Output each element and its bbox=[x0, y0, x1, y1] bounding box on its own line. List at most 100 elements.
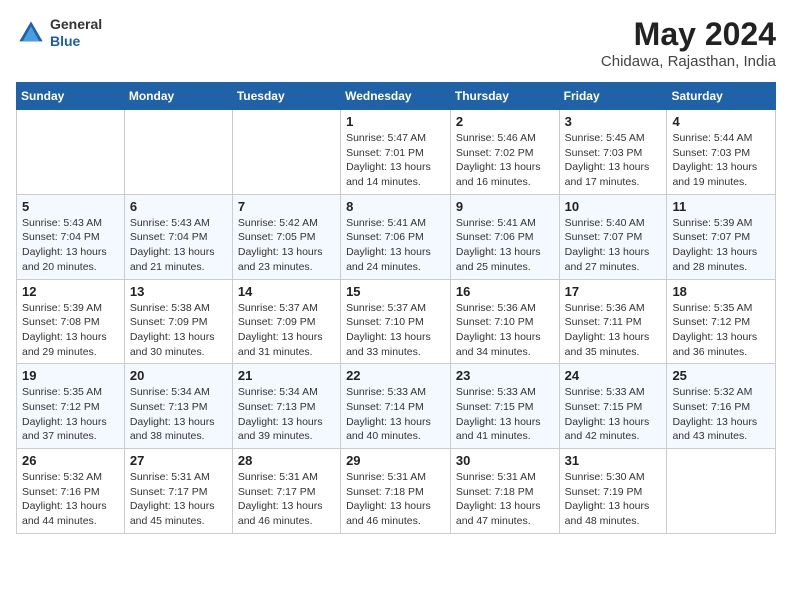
day-number: 18 bbox=[672, 284, 770, 299]
day-info: Sunrise: 5:35 AM Sunset: 7:12 PM Dayligh… bbox=[672, 301, 770, 360]
calendar-cell: 22 Sunrise: 5:33 AM Sunset: 7:14 PM Dayli… bbox=[341, 364, 451, 449]
calendar-cell: 31Sunrise: 5:30 AM Sunset: 7:19 PM Dayli… bbox=[559, 449, 667, 534]
day-number: 31 bbox=[565, 453, 662, 468]
day-number: 21 bbox=[238, 368, 335, 383]
day-info: Sunrise: 5:41 AM Sunset: 7:06 PM Dayligh… bbox=[456, 216, 554, 275]
day-number: 1 bbox=[346, 114, 445, 129]
weekday-header: Friday bbox=[559, 83, 667, 110]
logo-text: General Blue bbox=[50, 16, 102, 50]
day-number: 28 bbox=[238, 453, 335, 468]
day-number: 2 bbox=[456, 114, 554, 129]
day-info: Sunrise: 5:31 AM Sunset: 7:17 PM Dayligh… bbox=[130, 470, 227, 529]
weekday-header: Thursday bbox=[450, 83, 559, 110]
calendar-cell: 3 Sunrise: 5:45 AM Sunset: 7:03 PM Daylig… bbox=[559, 110, 667, 195]
day-info: Sunrise: 5:39 AM Sunset: 7:08 PM Dayligh… bbox=[22, 301, 119, 360]
calendar-table: SundayMondayTuesdayWednesdayThursdayFrid… bbox=[16, 82, 776, 534]
calendar-cell: 8Sunrise: 5:41 AM Sunset: 7:06 PM Daylig… bbox=[341, 194, 451, 279]
logo: General Blue bbox=[16, 16, 102, 50]
calendar-cell: 14 Sunrise: 5:37 AM Sunset: 7:09 PM Dayli… bbox=[232, 279, 340, 364]
day-number: 30 bbox=[456, 453, 554, 468]
day-info: Sunrise: 5:33 AM Sunset: 7:15 PM Dayligh… bbox=[456, 385, 554, 444]
calendar-cell: 29 Sunrise: 5:31 AM Sunset: 7:18 PM Dayli… bbox=[341, 449, 451, 534]
day-number: 20 bbox=[130, 368, 227, 383]
calendar-cell: 16 Sunrise: 5:36 AM Sunset: 7:10 PM Dayli… bbox=[450, 279, 559, 364]
day-info: Sunrise: 5:39 AM Sunset: 7:07 PM Dayligh… bbox=[672, 216, 770, 275]
calendar-week-row: 1 Sunrise: 5:47 AM Sunset: 7:01 PM Daylig… bbox=[17, 110, 776, 195]
calendar-cell: 26 Sunrise: 5:32 AM Sunset: 7:16 PM Dayli… bbox=[17, 449, 125, 534]
day-info: Sunrise: 5:33 AM Sunset: 7:14 PM Dayligh… bbox=[346, 385, 445, 444]
weekday-header-row: SundayMondayTuesdayWednesdayThursdayFrid… bbox=[17, 83, 776, 110]
calendar-cell: 10Sunrise: 5:40 AM Sunset: 7:07 PM Dayli… bbox=[559, 194, 667, 279]
day-info: Sunrise: 5:37 AM Sunset: 7:09 PM Dayligh… bbox=[238, 301, 335, 360]
weekday-header: Sunday bbox=[17, 83, 125, 110]
day-info: Sunrise: 5:45 AM Sunset: 7:03 PM Dayligh… bbox=[565, 131, 662, 190]
day-number: 26 bbox=[22, 453, 119, 468]
day-number: 17 bbox=[565, 284, 662, 299]
calendar-cell: 6 Sunrise: 5:43 AM Sunset: 7:04 PM Daylig… bbox=[124, 194, 232, 279]
weekday-header: Monday bbox=[124, 83, 232, 110]
day-number: 25 bbox=[672, 368, 770, 383]
day-info: Sunrise: 5:38 AM Sunset: 7:09 PM Dayligh… bbox=[130, 301, 227, 360]
day-info: Sunrise: 5:43 AM Sunset: 7:04 PM Dayligh… bbox=[22, 216, 119, 275]
day-number: 8 bbox=[346, 199, 445, 214]
day-info: Sunrise: 5:31 AM Sunset: 7:18 PM Dayligh… bbox=[346, 470, 445, 529]
day-info: Sunrise: 5:36 AM Sunset: 7:10 PM Dayligh… bbox=[456, 301, 554, 360]
month-year: May 2024 bbox=[601, 16, 776, 53]
calendar-cell bbox=[232, 110, 340, 195]
calendar-cell: 7Sunrise: 5:42 AM Sunset: 7:05 PM Daylig… bbox=[232, 194, 340, 279]
calendar-cell: 4 Sunrise: 5:44 AM Sunset: 7:03 PM Daylig… bbox=[667, 110, 776, 195]
calendar-cell: 9 Sunrise: 5:41 AM Sunset: 7:06 PM Daylig… bbox=[450, 194, 559, 279]
day-number: 22 bbox=[346, 368, 445, 383]
day-info: Sunrise: 5:46 AM Sunset: 7:02 PM Dayligh… bbox=[456, 131, 554, 190]
weekday-header: Wednesday bbox=[341, 83, 451, 110]
calendar-cell: 20 Sunrise: 5:34 AM Sunset: 7:13 PM Dayli… bbox=[124, 364, 232, 449]
day-info: Sunrise: 5:31 AM Sunset: 7:17 PM Dayligh… bbox=[238, 470, 335, 529]
day-info: Sunrise: 5:34 AM Sunset: 7:13 PM Dayligh… bbox=[130, 385, 227, 444]
calendar-cell: 11 Sunrise: 5:39 AM Sunset: 7:07 PM Dayli… bbox=[667, 194, 776, 279]
day-info: Sunrise: 5:42 AM Sunset: 7:05 PM Dayligh… bbox=[238, 216, 335, 275]
calendar-cell: 25Sunrise: 5:32 AM Sunset: 7:16 PM Dayli… bbox=[667, 364, 776, 449]
calendar-cell: 28 Sunrise: 5:31 AM Sunset: 7:17 PM Dayli… bbox=[232, 449, 340, 534]
day-info: Sunrise: 5:44 AM Sunset: 7:03 PM Dayligh… bbox=[672, 131, 770, 190]
day-number: 5 bbox=[22, 199, 119, 214]
day-number: 29 bbox=[346, 453, 445, 468]
calendar-cell: 1 Sunrise: 5:47 AM Sunset: 7:01 PM Daylig… bbox=[341, 110, 451, 195]
day-info: Sunrise: 5:31 AM Sunset: 7:18 PM Dayligh… bbox=[456, 470, 554, 529]
calendar-cell bbox=[667, 449, 776, 534]
day-number: 15 bbox=[346, 284, 445, 299]
day-info: Sunrise: 5:36 AM Sunset: 7:11 PM Dayligh… bbox=[565, 301, 662, 360]
calendar-cell: 12 Sunrise: 5:39 AM Sunset: 7:08 PM Dayli… bbox=[17, 279, 125, 364]
day-number: 27 bbox=[130, 453, 227, 468]
calendar-cell bbox=[17, 110, 125, 195]
title-block: May 2024 Chidawa, Rajasthan, India bbox=[601, 16, 776, 70]
day-number: 6 bbox=[130, 199, 227, 214]
calendar-cell: 13 Sunrise: 5:38 AM Sunset: 7:09 PM Dayli… bbox=[124, 279, 232, 364]
calendar-cell bbox=[124, 110, 232, 195]
day-number: 11 bbox=[672, 199, 770, 214]
calendar-cell: 24 Sunrise: 5:33 AM Sunset: 7:15 PM Dayli… bbox=[559, 364, 667, 449]
calendar-cell: 2 Sunrise: 5:46 AM Sunset: 7:02 PM Daylig… bbox=[450, 110, 559, 195]
day-info: Sunrise: 5:40 AM Sunset: 7:07 PM Dayligh… bbox=[565, 216, 662, 275]
day-info: Sunrise: 5:43 AM Sunset: 7:04 PM Dayligh… bbox=[130, 216, 227, 275]
calendar-week-row: 5 Sunrise: 5:43 AM Sunset: 7:04 PM Daylig… bbox=[17, 194, 776, 279]
day-number: 16 bbox=[456, 284, 554, 299]
calendar-cell: 19Sunrise: 5:35 AM Sunset: 7:12 PM Dayli… bbox=[17, 364, 125, 449]
calendar-cell: 27 Sunrise: 5:31 AM Sunset: 7:17 PM Dayli… bbox=[124, 449, 232, 534]
day-info: Sunrise: 5:33 AM Sunset: 7:15 PM Dayligh… bbox=[565, 385, 662, 444]
calendar-week-row: 19Sunrise: 5:35 AM Sunset: 7:12 PM Dayli… bbox=[17, 364, 776, 449]
day-number: 14 bbox=[238, 284, 335, 299]
day-number: 4 bbox=[672, 114, 770, 129]
calendar-cell: 17 Sunrise: 5:36 AM Sunset: 7:11 PM Dayli… bbox=[559, 279, 667, 364]
calendar-cell: 5 Sunrise: 5:43 AM Sunset: 7:04 PM Daylig… bbox=[17, 194, 125, 279]
calendar-cell: 30 Sunrise: 5:31 AM Sunset: 7:18 PM Dayli… bbox=[450, 449, 559, 534]
logo-icon bbox=[16, 18, 46, 48]
day-number: 9 bbox=[456, 199, 554, 214]
calendar-cell: 21Sunrise: 5:34 AM Sunset: 7:13 PM Dayli… bbox=[232, 364, 340, 449]
day-number: 24 bbox=[565, 368, 662, 383]
day-number: 12 bbox=[22, 284, 119, 299]
day-number: 13 bbox=[130, 284, 227, 299]
day-number: 19 bbox=[22, 368, 119, 383]
day-info: Sunrise: 5:47 AM Sunset: 7:01 PM Dayligh… bbox=[346, 131, 445, 190]
day-number: 3 bbox=[565, 114, 662, 129]
day-info: Sunrise: 5:32 AM Sunset: 7:16 PM Dayligh… bbox=[22, 470, 119, 529]
